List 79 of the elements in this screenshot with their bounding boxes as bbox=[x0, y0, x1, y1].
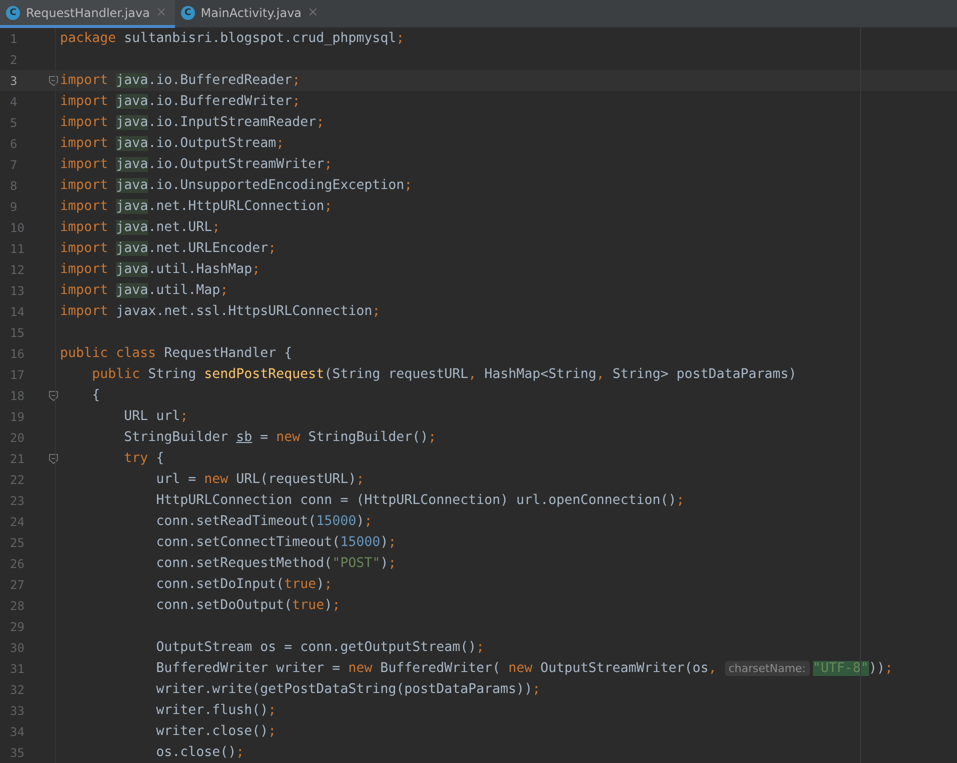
line-number: 24 bbox=[9, 514, 26, 528]
fold-icon[interactable] bbox=[48, 76, 58, 86]
code-text: import java.net.HttpURLConnection; bbox=[60, 199, 332, 214]
code-text: import javax.net.ssl.HttpsURLConnection; bbox=[60, 304, 380, 319]
code-text: try { bbox=[123, 451, 164, 466]
code-text: import java.io.InputStreamReader; bbox=[60, 115, 324, 130]
code-text: url = new URL(requestURL); bbox=[155, 472, 364, 487]
line-number: 9 bbox=[9, 200, 18, 214]
line-number: 31 bbox=[9, 662, 26, 676]
line-number: 29 bbox=[9, 620, 26, 634]
code-text: import java.io.BufferedReader; bbox=[60, 73, 300, 88]
line-number: 21 bbox=[9, 452, 26, 466]
code-text: conn.setDoOutput(true); bbox=[155, 598, 340, 613]
line-number: 4 bbox=[9, 94, 18, 108]
line-number: 11 bbox=[9, 242, 26, 256]
line-number: 26 bbox=[9, 556, 26, 570]
parameter-hint: charsetName: bbox=[724, 661, 810, 676]
code-text: writer.close(); bbox=[155, 724, 276, 739]
line-number: 13 bbox=[9, 284, 26, 298]
code-text: os.close(); bbox=[155, 745, 244, 760]
line-number: 14 bbox=[9, 304, 26, 318]
code-text: URL url; bbox=[123, 409, 188, 424]
code-text: import java.io.BufferedWriter; bbox=[60, 94, 300, 109]
line-number: 2 bbox=[9, 52, 18, 66]
line-number: 33 bbox=[9, 704, 26, 718]
line-number: 15 bbox=[9, 326, 26, 340]
line-number: 10 bbox=[9, 220, 26, 234]
line-number: 25 bbox=[9, 536, 26, 550]
fold-icon[interactable] bbox=[48, 390, 58, 400]
class-file-icon: C bbox=[180, 6, 195, 20]
code-text: public class RequestHandler { bbox=[60, 346, 292, 361]
tab-label: RequestHandler.java bbox=[26, 6, 150, 20]
code-text: conn.setConnectTimeout(15000); bbox=[155, 535, 396, 550]
line-number: 22 bbox=[9, 472, 26, 486]
tab-label: MainActivity.java bbox=[200, 6, 302, 20]
code-text: conn.setDoInput(true); bbox=[155, 577, 332, 592]
code-text: import java.util.Map; bbox=[60, 283, 228, 298]
code-text: import java.net.URLEncoder; bbox=[60, 241, 276, 256]
line-number: 8 bbox=[9, 178, 18, 192]
line-number: 3 bbox=[9, 74, 18, 88]
line-number: 23 bbox=[9, 494, 26, 508]
code-text: writer.write(getPostDataString(postDataParams)); bbox=[155, 682, 540, 697]
line-number: 34 bbox=[9, 724, 26, 738]
code-text: public String sendPostRequest(String requestURL, HashMap<String, String> postDataParams) bbox=[91, 367, 797, 382]
line-number: 28 bbox=[9, 598, 26, 612]
code-text: conn.setReadTimeout(15000); bbox=[155, 514, 372, 529]
line-number: 35 bbox=[9, 746, 26, 760]
line-number: 5 bbox=[9, 116, 18, 130]
code-text: import java.io.UnsupportedEncodingException; bbox=[60, 178, 412, 193]
line-number: 17 bbox=[9, 368, 26, 382]
code-text: OutputStream os = conn.getOutputStream(); bbox=[155, 640, 484, 655]
line-number: 12 bbox=[9, 262, 26, 276]
code-text: { bbox=[91, 388, 100, 403]
code-text: import java.util.HashMap; bbox=[60, 262, 260, 277]
line-number: 19 bbox=[9, 410, 26, 424]
line-number: 32 bbox=[9, 682, 26, 696]
editor-tab[interactable]: C MainActivity.java × bbox=[174, 0, 326, 28]
code-editor[interactable] bbox=[0, 28, 957, 763]
line-number: 27 bbox=[9, 578, 26, 592]
class-file-icon: C bbox=[6, 6, 20, 20]
code-text: HttpURLConnection conn = (HttpURLConnection) url.openConnection(); bbox=[155, 493, 684, 508]
code-text: writer.flush(); bbox=[155, 703, 276, 718]
line-number: 7 bbox=[9, 158, 18, 172]
line-number: 6 bbox=[9, 136, 18, 150]
code-text: conn.setRequestMethod("POST"); bbox=[155, 556, 396, 571]
line-number: 20 bbox=[9, 430, 26, 444]
code-text: package sultanbisri.blogspot.crud_phpmysql; bbox=[60, 31, 404, 46]
code-text: import java.io.OutputStreamWriter; bbox=[60, 157, 332, 172]
code-text: import java.io.OutputStream; bbox=[60, 136, 284, 151]
code-text: "UTF-8")); bbox=[812, 661, 893, 676]
code-text: import java.net.URL; bbox=[60, 220, 220, 235]
line-number: 1 bbox=[9, 32, 18, 46]
line-number: 30 bbox=[9, 640, 26, 654]
line-number: 16 bbox=[9, 346, 26, 360]
editor-tab[interactable]: C RequestHandler.java × bbox=[0, 0, 175, 28]
code-text: BufferedWriter writer = new BufferedWriter( new OutputStreamWriter(os, bbox=[155, 661, 718, 676]
code-text: StringBuilder sb = new StringBuilder(); bbox=[123, 430, 436, 445]
fold-icon[interactable] bbox=[48, 454, 58, 464]
line-number: 18 bbox=[9, 388, 26, 402]
